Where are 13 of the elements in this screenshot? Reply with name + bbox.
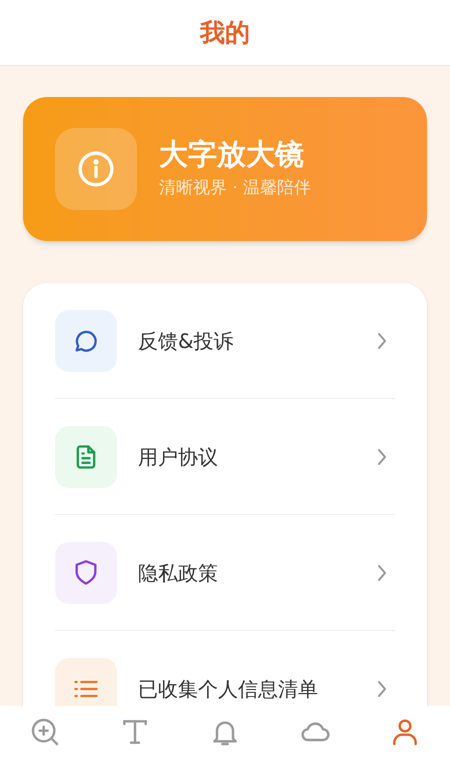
chevron-right-icon bbox=[377, 332, 387, 350]
chevron-right-icon bbox=[377, 448, 387, 466]
banner-title: 大字放大镜 bbox=[159, 136, 305, 172]
info-icon bbox=[55, 128, 137, 210]
page-title: 我的 bbox=[200, 16, 250, 49]
menu-item[interactable]: 隐私政策 bbox=[55, 541, 395, 604]
menu-item[interactable]: 用户协议 bbox=[55, 425, 395, 488]
zoom-in-icon[interactable] bbox=[29, 716, 61, 748]
menu-item[interactable]: 反馈&投诉 bbox=[55, 309, 395, 372]
chevron-right-icon bbox=[377, 680, 387, 698]
menu-item[interactable]: 已收集个人信息清单 bbox=[55, 657, 395, 706]
banner-subtitle: 清晰视界 · 温馨陪伴 bbox=[159, 177, 312, 200]
chevron-right-icon bbox=[377, 564, 387, 582]
